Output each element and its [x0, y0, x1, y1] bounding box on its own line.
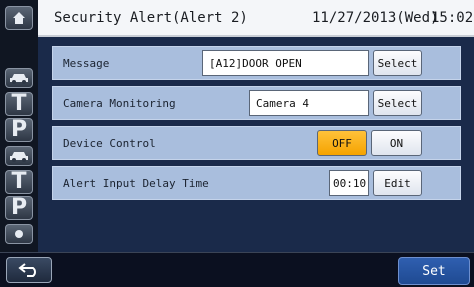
camera-label: Camera Monitoring: [63, 96, 176, 110]
delay-label: Alert Input Delay Time: [63, 176, 209, 190]
left-rail: T P T P: [0, 0, 38, 252]
home-icon: [13, 12, 25, 24]
message-label: Message: [63, 56, 110, 70]
car-icon: [10, 74, 28, 84]
device-off-button[interactable]: OFF: [317, 130, 367, 156]
device-on-button[interactable]: ON: [371, 130, 422, 156]
delay-row: Alert Input Delay Time 00:10 Edit: [52, 166, 461, 200]
rail-letter-p: P: [10, 195, 28, 220]
time-display: 15:02: [431, 9, 474, 26]
rail-button-p1[interactable]: P: [5, 118, 33, 142]
device-control-row: Device Control OFF ON: [52, 126, 461, 160]
rail-dot-button[interactable]: [5, 224, 33, 244]
car-icon: [10, 152, 28, 162]
back-arrow-icon: [18, 263, 36, 277]
home-button[interactable]: [5, 6, 33, 30]
rail-button-t2[interactable]: T: [5, 170, 33, 194]
rail-button-t1[interactable]: T: [5, 92, 33, 116]
message-select-button[interactable]: Select: [373, 50, 422, 76]
message-field[interactable]: [A12]DOOR OPEN: [202, 50, 369, 76]
set-button[interactable]: Set: [398, 257, 470, 285]
camera-field[interactable]: Camera 4: [249, 90, 369, 116]
rail-button-p2[interactable]: P: [5, 196, 33, 220]
back-button[interactable]: [6, 257, 52, 283]
page-title: Security Alert(Alert 2): [54, 9, 248, 26]
footer-bar: Set: [0, 252, 474, 287]
camera-row: Camera Monitoring Camera 4 Select: [52, 86, 461, 120]
settings-panel: Message [A12]DOOR OPEN Select Camera Mon…: [38, 37, 474, 252]
rail-letter-t: T: [11, 169, 27, 194]
device-control-label: Device Control: [63, 136, 156, 150]
camera-select-button[interactable]: Select: [373, 90, 422, 116]
delay-edit-button[interactable]: Edit: [373, 170, 422, 196]
message-row: Message [A12]DOOR OPEN Select: [52, 46, 461, 80]
header-bar: Security Alert(Alert 2) 11/27/2013(Wed) …: [38, 0, 474, 37]
car-mode-button[interactable]: [5, 68, 33, 88]
rail-letter-t: T: [11, 91, 27, 116]
date-display: 11/27/2013(Wed): [312, 9, 439, 26]
dot-icon: [15, 230, 23, 238]
car-mode-button-2[interactable]: [5, 146, 33, 166]
rail-letter-p: P: [10, 117, 28, 142]
delay-time-field[interactable]: 00:10: [329, 170, 369, 196]
